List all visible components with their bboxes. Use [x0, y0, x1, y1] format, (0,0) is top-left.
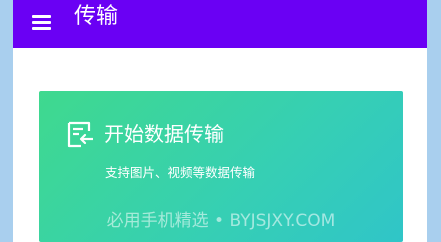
menu-icon[interactable] — [30, 10, 54, 34]
watermark: 必用手机精选 • BYJSJXY.COM — [106, 211, 336, 231]
page-title: 传输 — [74, 4, 119, 29]
app-window: 传输 开始数据传输 支持图片、视频等数据传输 必用手机精选 • BYJSJXY.… — [13, 0, 427, 242]
start-transfer-card[interactable]: 开始数据传输 支持图片、视频等数据传输 必用手机精选 • BYJSJXY.COM — [39, 91, 403, 242]
card-subtitle: 支持图片、视频等数据传输 — [105, 165, 256, 180]
top-app-bar: 传输 — [13, 0, 427, 48]
card-title: 开始数据传输 — [104, 122, 224, 146]
transfer-document-icon — [67, 121, 93, 148]
